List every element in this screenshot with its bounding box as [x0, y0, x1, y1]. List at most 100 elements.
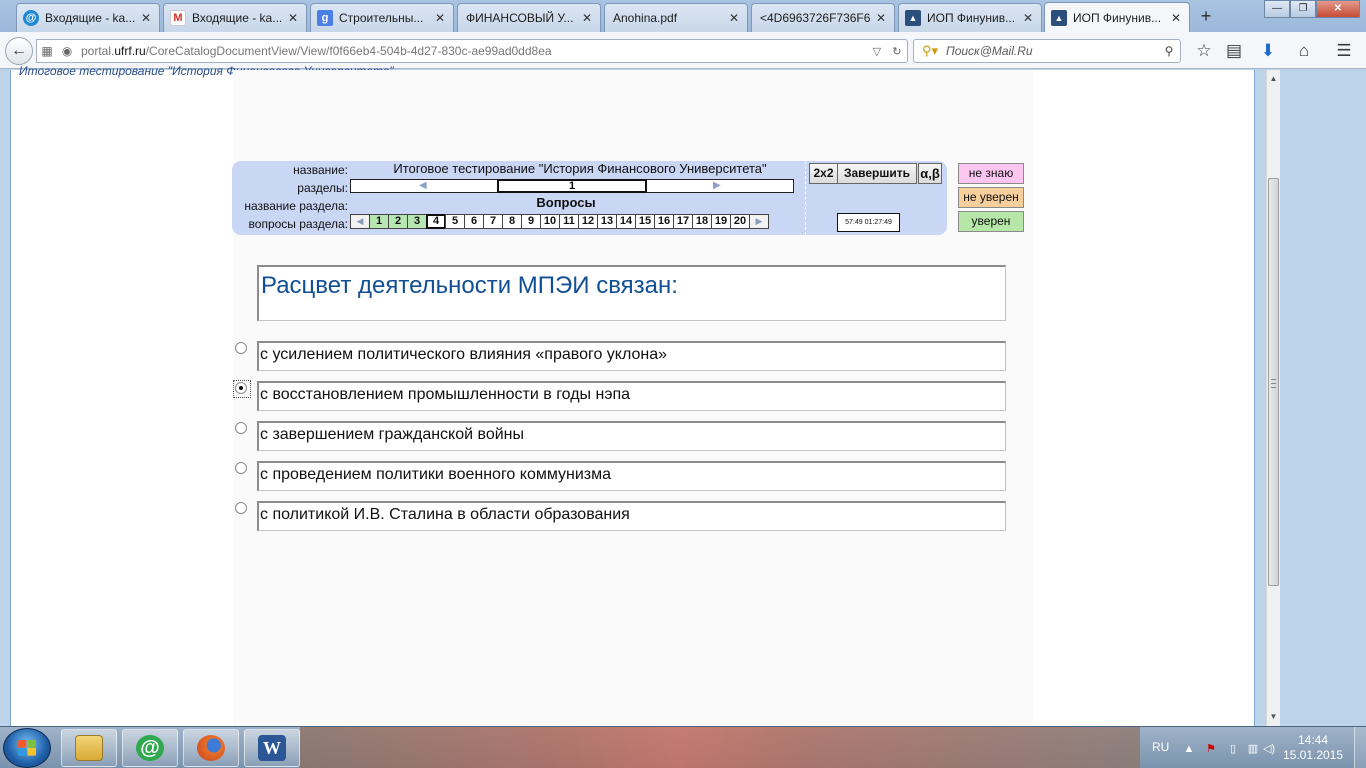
- question-number-button[interactable]: 2: [388, 214, 408, 229]
- bookmark-star-icon[interactable]: ☆: [1192, 40, 1216, 62]
- question-number-button[interactable]: 11: [559, 214, 579, 229]
- scroll-down-icon[interactable]: ▼: [1267, 710, 1280, 724]
- sure-button[interactable]: уверен: [958, 211, 1024, 232]
- browser-tab-active[interactable]: ▲ ИОП Финунив... ✕: [1044, 2, 1190, 33]
- question-number-button[interactable]: 8: [502, 214, 522, 229]
- not-sure-button[interactable]: не уверен: [958, 187, 1024, 208]
- question-number-button[interactable]: 7: [483, 214, 503, 229]
- download-icon[interactable]: ⬇: [1256, 40, 1280, 62]
- home-icon[interactable]: ⌂: [1292, 40, 1316, 62]
- address-bar[interactable]: ▦ ◉ portal.ufrf.ru/CoreCatalogDocumentVi…: [36, 39, 908, 63]
- close-icon[interactable]: ✕: [874, 11, 888, 25]
- question-number-button[interactable]: 16: [654, 214, 674, 229]
- grid-icon[interactable]: ▦: [37, 44, 57, 58]
- question-number-button[interactable]: 20: [730, 214, 750, 229]
- calculator-button[interactable]: 2x2: [809, 163, 838, 184]
- action-center-icon[interactable]: ⚑: [1204, 742, 1218, 756]
- search-bar[interactable]: ⚲▾ Поиск@Mail.Ru ⚲: [913, 39, 1181, 63]
- question-number-button[interactable]: 17: [673, 214, 693, 229]
- finish-button[interactable]: Завершить: [837, 163, 917, 184]
- close-icon[interactable]: ✕: [139, 11, 153, 25]
- browser-tab[interactable]: Anohina.pdf ✕: [604, 3, 748, 32]
- section-name: Вопросы: [536, 195, 596, 210]
- answer-radio[interactable]: [235, 342, 247, 354]
- dropdown-arrow-icon[interactable]: ▽: [873, 45, 881, 58]
- question-box: Расцвет деятельности МПЭИ связан:: [257, 265, 1006, 321]
- question-number-button[interactable]: 3: [407, 214, 427, 229]
- answer-radio[interactable]: [235, 422, 247, 434]
- volume-icon[interactable]: ◁): [1262, 742, 1276, 756]
- question-number-button[interactable]: 4: [426, 214, 446, 229]
- firefox-taskbar-button[interactable]: [183, 729, 239, 767]
- minimize-button[interactable]: —: [1264, 0, 1290, 18]
- close-icon[interactable]: ✕: [286, 11, 300, 25]
- show-hidden-icons-icon[interactable]: ▲: [1182, 742, 1196, 756]
- back-button[interactable]: ←: [5, 37, 33, 65]
- previous-section-icon[interactable]: ◀: [419, 180, 427, 192]
- search-icon[interactable]: ⚲: [1158, 44, 1180, 58]
- question-number-button[interactable]: 12: [578, 214, 598, 229]
- question-number-button[interactable]: 6: [464, 214, 484, 229]
- reload-icon[interactable]: ↻: [892, 45, 901, 58]
- question-number-button[interactable]: 15: [635, 214, 655, 229]
- power-icon[interactable]: ▯: [1226, 742, 1240, 756]
- clock[interactable]: 14:44 15.01.2015: [1278, 733, 1348, 763]
- close-icon[interactable]: ✕: [1021, 11, 1035, 25]
- answer-option[interactable]: с усилением политического влияния «право…: [257, 341, 1006, 371]
- browser-tab[interactable]: <4D6963726F736F6... ✕: [751, 3, 895, 32]
- language-indicator[interactable]: RU: [1152, 740, 1169, 754]
- close-icon[interactable]: ✕: [1169, 11, 1183, 25]
- browser-tab[interactable]: @ Входящие - ka... ✕: [16, 3, 160, 32]
- vertical-scrollbar[interactable]: ▲ ▼: [1266, 70, 1280, 726]
- question-number-strip: ◀ 1 2 3 4 5 6 7 8 9 10 11 12 13 14 15 16 17 18 19 20 ▶: [350, 214, 769, 229]
- dont-know-button[interactable]: не знаю: [958, 163, 1024, 184]
- close-window-button[interactable]: ✕: [1316, 0, 1360, 18]
- maximize-button[interactable]: ❐: [1290, 0, 1316, 18]
- question-number-button[interactable]: 19: [711, 214, 731, 229]
- scroll-up-icon[interactable]: ▲: [1267, 72, 1280, 86]
- question-number-button[interactable]: 5: [445, 214, 465, 229]
- search-engine-icon[interactable]: ⚲▾: [914, 43, 946, 59]
- test-name-label: название:: [293, 163, 348, 177]
- close-icon[interactable]: ✕: [727, 11, 741, 25]
- bookmarks-list-icon[interactable]: ▤: [1222, 40, 1246, 62]
- mail-agent-taskbar-button[interactable]: @: [122, 729, 178, 767]
- question-number-button[interactable]: 14: [616, 214, 636, 229]
- browser-tab[interactable]: ▲ ИОП Финунив... ✕: [898, 3, 1042, 32]
- answer-option[interactable]: с проведением политики военного коммуниз…: [257, 461, 1006, 491]
- browser-tab[interactable]: ФИНАНСОВЫЙ У... ✕: [457, 3, 601, 32]
- explorer-taskbar-button[interactable]: [61, 729, 117, 767]
- window-controls: — ❐ ✕: [1264, 0, 1360, 18]
- menu-icon[interactable]: ☰: [1332, 40, 1356, 62]
- answer-option[interactable]: с восстановлением промышленности в годы …: [257, 381, 1006, 411]
- question-number-button[interactable]: 1: [369, 214, 389, 229]
- browser-tab[interactable]: M Входящие - ka... ✕: [163, 3, 307, 32]
- word-taskbar-button[interactable]: W: [244, 729, 300, 767]
- close-icon[interactable]: ✕: [580, 11, 594, 25]
- search-input[interactable]: Поиск@Mail.Ru: [946, 44, 1158, 58]
- scroll-thumb[interactable]: [1268, 178, 1279, 586]
- symbols-button[interactable]: α,β: [918, 163, 942, 184]
- browser-tab[interactable]: g Строительны... ✕: [310, 3, 454, 32]
- url-text[interactable]: portal.ufrf.ru/CoreCatalogDocumentView/V…: [77, 44, 867, 58]
- start-button[interactable]: [3, 728, 51, 768]
- answer-radio[interactable]: [235, 462, 247, 474]
- new-tab-button[interactable]: +: [1196, 7, 1216, 27]
- explorer-icon: [75, 735, 103, 761]
- network-icon[interactable]: ▥: [1246, 742, 1260, 756]
- current-section[interactable]: 1: [497, 179, 647, 193]
- next-section-icon[interactable]: ▶: [713, 180, 721, 192]
- question-number-button[interactable]: 9: [521, 214, 541, 229]
- question-number-button[interactable]: 10: [540, 214, 560, 229]
- show-desktop-button[interactable]: [1354, 727, 1366, 768]
- next-question-icon[interactable]: ▶: [749, 214, 769, 229]
- answer-radio[interactable]: [235, 502, 247, 514]
- question-number-button[interactable]: 13: [597, 214, 617, 229]
- answer-radio[interactable]: [233, 380, 251, 398]
- globe-icon: ◉: [61, 44, 73, 58]
- answer-option[interactable]: с завершением гражданской войны: [257, 421, 1006, 451]
- previous-question-icon[interactable]: ◀: [350, 214, 370, 229]
- answer-option[interactable]: с политикой И.В. Сталина в области образ…: [257, 501, 1006, 531]
- close-icon[interactable]: ✕: [433, 11, 447, 25]
- question-number-button[interactable]: 18: [692, 214, 712, 229]
